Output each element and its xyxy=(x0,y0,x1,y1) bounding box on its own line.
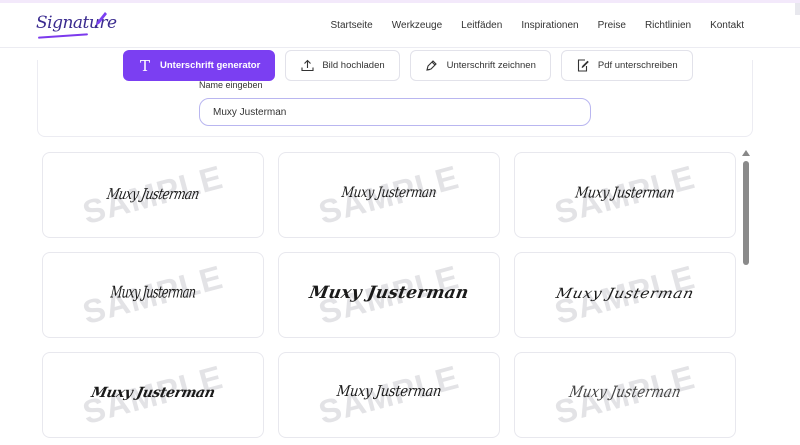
brand-logo[interactable]: Signature xyxy=(36,11,117,43)
tab-label: Bild hochladen xyxy=(322,60,385,71)
tab-pdf-unterschreiben[interactable]: Pdf unterschreiben xyxy=(560,50,693,81)
signature-card-3[interactable]: SAMPLE Muxy Justerman xyxy=(514,152,736,238)
tab-unterschrift-zeichnen[interactable]: Unterschrift zeichnen xyxy=(409,50,551,81)
tab-unterschrift-generator[interactable]: T Unterschrift generator xyxy=(123,50,276,81)
main-nav: Startseite Werkzeuge Leitfäden Inspirati… xyxy=(312,3,745,48)
logo-underline xyxy=(37,33,89,39)
grid-scrollbar[interactable] xyxy=(740,150,752,445)
tab-label: Unterschrift zeichnen xyxy=(446,60,536,71)
nav-inspirationen[interactable]: Inspirationen xyxy=(521,20,578,31)
signature-grid: SAMPLE Muxy Justerman SAMPLE Muxy Juster… xyxy=(42,152,736,445)
signature-card-8[interactable]: SAMPLE Muxy Justerman xyxy=(278,352,500,438)
nav-richtlinien[interactable]: Richtlinien xyxy=(645,20,691,31)
signature-preview: Muxy Justerman xyxy=(567,384,683,403)
signature-card-7[interactable]: SAMPLE Muxy Justerman xyxy=(42,352,264,438)
name-input[interactable] xyxy=(199,98,591,126)
navbar: Signature Startseite Werkzeuge Leitfäden… xyxy=(0,3,800,48)
signature-card-2[interactable]: SAMPLE Muxy Justerman xyxy=(278,152,500,238)
scroll-up-arrow-icon[interactable] xyxy=(742,150,750,156)
signature-card-1[interactable]: SAMPLE Muxy Justerman xyxy=(42,152,264,238)
signature-preview: Muxy Justerman xyxy=(335,383,443,402)
upload-icon xyxy=(300,59,314,73)
signature-card-5[interactable]: SAMPLE Muxy Justerman xyxy=(278,252,500,338)
tool-tabs: T Unterschrift generator Bild hochladen … xyxy=(123,50,693,81)
nav-kontakt[interactable]: Kontakt xyxy=(710,20,744,31)
page-scrollbar-top[interactable] xyxy=(795,3,800,15)
nav-startseite[interactable]: Startseite xyxy=(331,20,373,31)
signature-card-4[interactable]: SAMPLE Muxy Justerman xyxy=(42,252,264,338)
pen-nib-icon xyxy=(94,12,107,29)
signature-card-9[interactable]: SAMPLE Muxy Justerman xyxy=(514,352,736,438)
signature-preview: Muxy Justerman xyxy=(307,283,471,304)
signature-preview: Muxy Justerman xyxy=(109,281,197,302)
nav-preise[interactable]: Preise xyxy=(598,20,626,31)
signature-preview: Muxy Justerman xyxy=(574,183,676,202)
document-sign-icon xyxy=(576,59,590,73)
signature-card-6[interactable]: SAMPLE Muxy Justerman xyxy=(514,252,736,338)
nav-werkzeuge[interactable]: Werkzeuge xyxy=(392,20,442,31)
name-input-label: Name eingeben xyxy=(199,80,263,90)
pen-icon xyxy=(425,59,439,73)
signature-preview: Muxy Justerman xyxy=(340,184,438,201)
signature-preview: Muxy Justerman xyxy=(89,385,217,402)
scroll-thumb[interactable] xyxy=(743,161,749,265)
tab-bild-hochladen[interactable]: Bild hochladen xyxy=(285,50,400,81)
nav-leitfaeden[interactable]: Leitfäden xyxy=(461,20,502,31)
text-icon: T xyxy=(139,56,150,75)
tab-label: Pdf unterschreiben xyxy=(597,60,678,71)
signature-preview: Muxy Justerman xyxy=(554,286,696,303)
signature-preview: Muxy Justerman xyxy=(105,185,201,203)
tab-label: Unterschrift generator xyxy=(160,60,261,71)
